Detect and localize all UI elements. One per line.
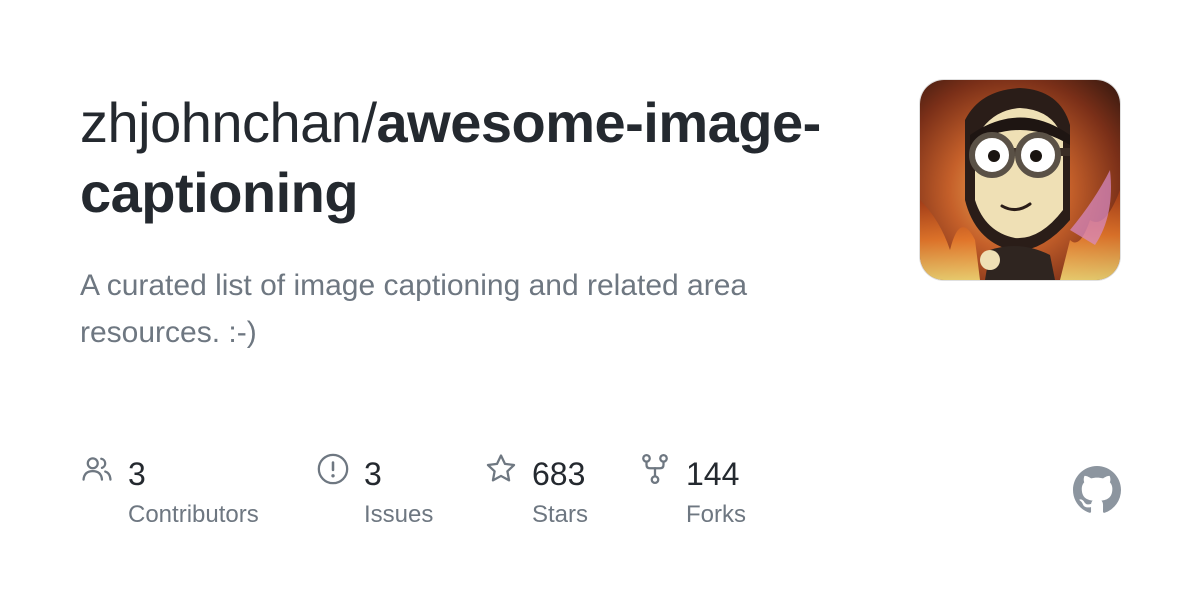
repo-owner: zhjohnchan/: [80, 91, 377, 154]
star-icon: [486, 454, 516, 482]
repo-stats: 3 Contributors 3 Issues 683 Stars 144 Fo…: [80, 450, 980, 540]
forks-count: 144: [686, 456, 740, 492]
forks-label: Forks: [686, 501, 746, 528]
stars-count: 683: [532, 456, 586, 492]
owner-avatar: [920, 80, 1120, 280]
stars-label: Stars: [532, 501, 589, 528]
github-mark-icon[interactable]: [1073, 466, 1121, 514]
people-icon: [82, 457, 112, 481]
contributors-label: Contributors: [128, 501, 259, 528]
contributors-count: 3: [128, 456, 146, 492]
fork-icon: [642, 453, 668, 485]
repo-social-card: zhjohnchan/awesome-image-captioning A cu…: [0, 0, 1200, 600]
avatar-image: [920, 80, 1120, 280]
repo-description: A curated list of image captioning and r…: [80, 269, 748, 349]
issue-icon: [317, 453, 349, 485]
repo-title[interactable]: zhjohnchan/awesome-image-captioning: [80, 88, 880, 228]
issues-count: 3: [364, 456, 382, 492]
issues-label: Issues: [364, 501, 434, 528]
